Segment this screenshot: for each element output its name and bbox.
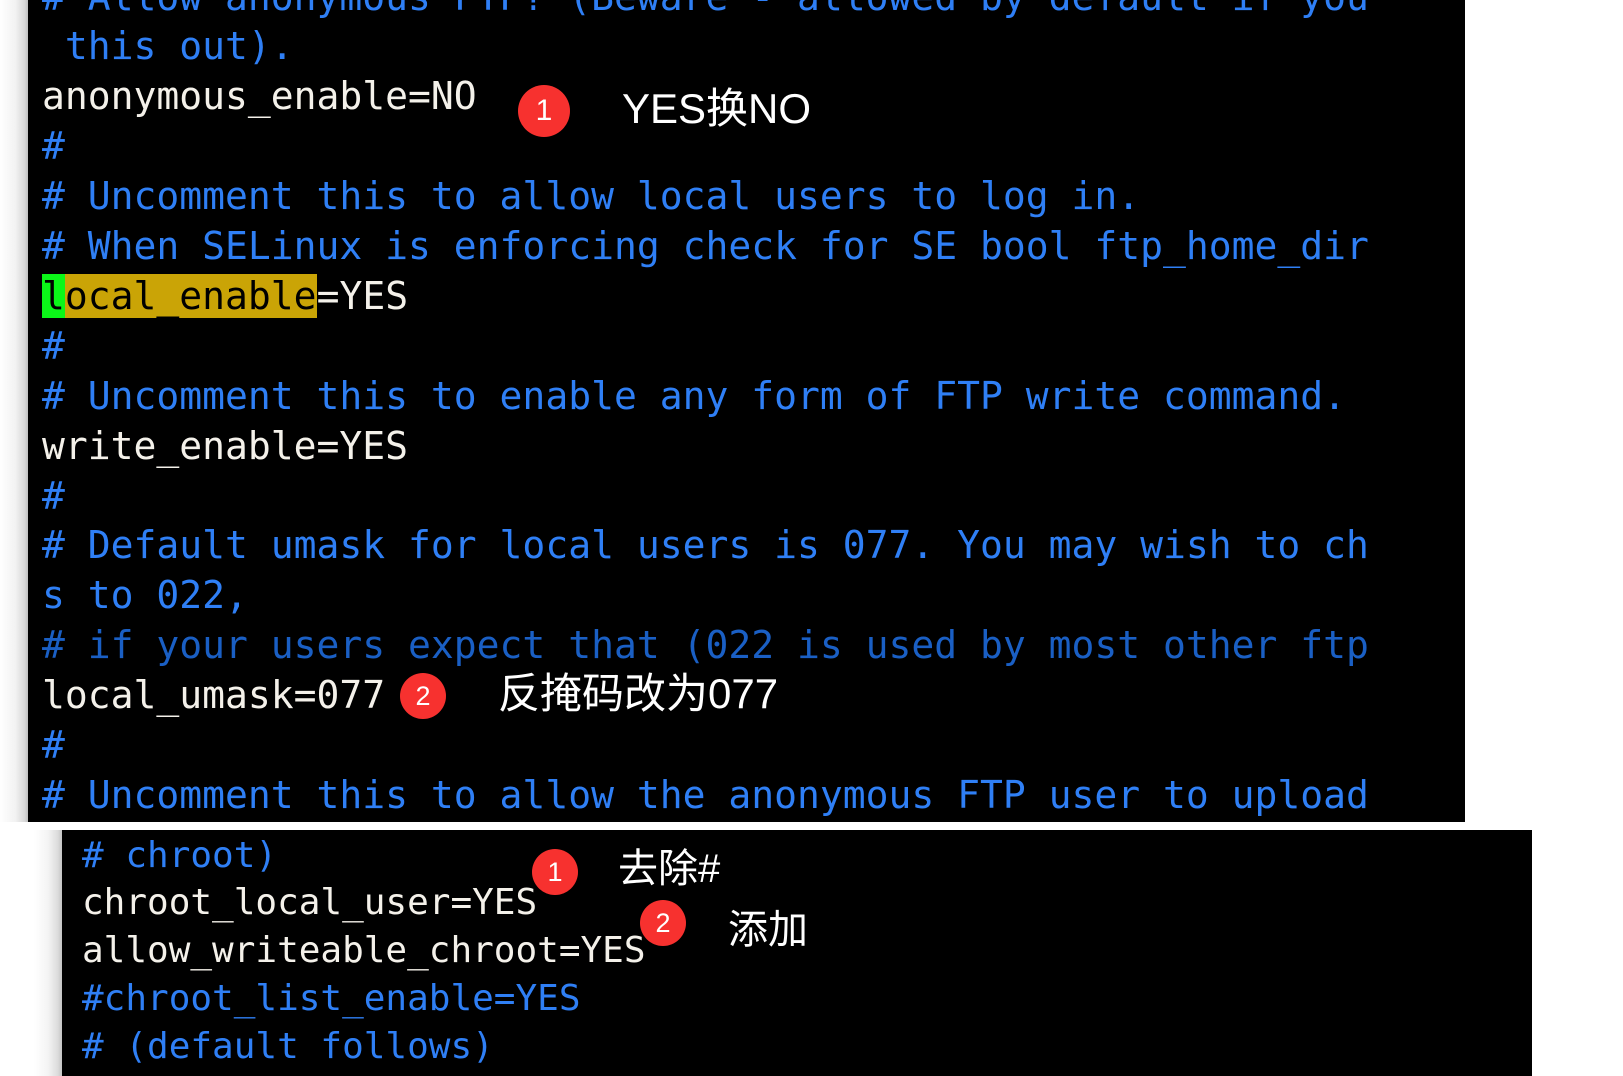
terminal-panel-bottom: # chroot) chroot_local_user=YES allow_wr… — [62, 830, 1532, 1076]
terminal-line: # Allow anonymous FTP? (Beware - allowed… — [28, 0, 1369, 16]
page-margin-bottom — [34, 830, 62, 1076]
terminal-line: # if your users expect that (022 is used… — [42, 623, 1369, 667]
terminal-line: # (default follows) — [82, 1026, 494, 1067]
terminal-line-anonymous-enable: anonymous_enable=NO — [42, 74, 477, 118]
terminal-line: # Default umask for local users is 077. … — [42, 523, 1369, 567]
terminal-line: # When SELinux is enforcing check for SE… — [42, 224, 1369, 268]
annotation-label-2-top: 反掩码改为077 — [498, 670, 779, 717]
page-margin-top — [0, 0, 28, 822]
annotation-label-1-bottom: 去除# — [618, 847, 721, 891]
terminal-line: # Uncomment this to allow local users to… — [42, 174, 1141, 218]
terminal-line-allow-writeable-chroot: allow_writeable_chroot=YES — [82, 930, 646, 971]
terminal-line: # Uncomment this to enable any form of F… — [42, 374, 1347, 418]
terminal-cursor: l — [42, 274, 65, 318]
terminal-line-write-enable: write_enable=YES — [42, 424, 409, 468]
annotation-badge-1-top: 1 — [518, 85, 570, 137]
terminal-line-local-enable: local_enable=YES — [28, 274, 409, 318]
terminal-line: # chroot) — [82, 835, 278, 876]
terminal-line-chroot-local-user: chroot_local_user=YES — [82, 882, 538, 923]
terminal-line: # Uncomment this to allow the anonymous … — [42, 773, 1369, 817]
annotation-badge-2-bottom: 2 — [640, 900, 686, 946]
annotation-badge-1-bottom: 1 — [532, 849, 578, 895]
terminal-line: # — [42, 124, 65, 168]
terminal-line-local-umask: local_umask=077 — [42, 673, 386, 717]
annotation-label-1-top: YES换NO — [622, 85, 812, 132]
terminal-line-value: =YES — [316, 274, 409, 318]
search-match-highlight: ocal_enable — [64, 274, 317, 318]
terminal-line: # — [42, 723, 65, 767]
terminal-line: # — [42, 474, 65, 518]
terminal-line: this out). — [42, 24, 294, 68]
terminal-line: # — [42, 324, 65, 368]
terminal-line: s to 022, — [42, 573, 248, 617]
terminal-line-chroot-list-enable: #chroot_list_enable=YES — [82, 978, 581, 1019]
annotation-badge-2-top: 2 — [400, 673, 446, 719]
annotation-label-2-bottom: 添加 — [728, 908, 808, 952]
